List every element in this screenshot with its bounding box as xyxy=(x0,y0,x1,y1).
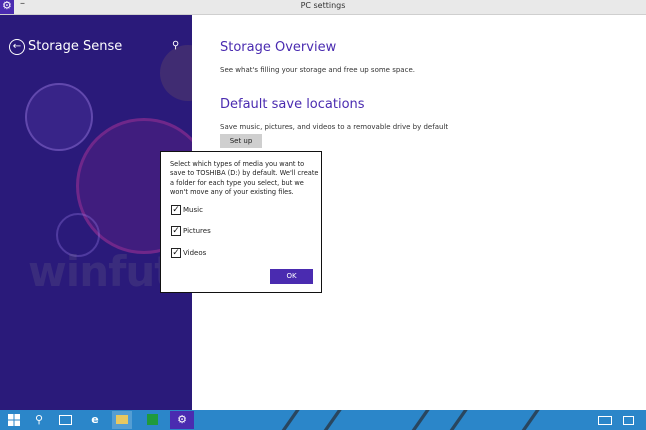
file-explorer-icon[interactable] xyxy=(112,411,132,429)
search-icon[interactable]: ⚲ xyxy=(172,40,179,51)
taskbar: ⚲ e ⚙ xyxy=(0,410,646,430)
storage-overview-heading[interactable]: Storage Overview xyxy=(220,40,336,55)
pictures-label[interactable]: Pictures xyxy=(183,227,211,235)
notifications-icon[interactable] xyxy=(618,411,638,429)
window-title: PC settings xyxy=(300,1,346,10)
internet-explorer-icon[interactable]: e xyxy=(85,411,105,429)
decorative-bubble xyxy=(25,83,93,151)
task-view-icon[interactable] xyxy=(55,411,75,429)
music-checkbox[interactable]: ✓ xyxy=(171,205,181,215)
set-up-button[interactable]: Set up xyxy=(220,134,262,148)
pictures-checkbox[interactable]: ✓ xyxy=(171,226,181,236)
music-label[interactable]: Music xyxy=(183,206,203,214)
windows-logo-icon[interactable] xyxy=(4,411,24,429)
dialog-message: Select which types of media you want to … xyxy=(170,160,319,196)
default-save-locations-heading: Default save locations xyxy=(220,97,365,112)
store-icon[interactable] xyxy=(142,411,162,429)
decorative-bubble xyxy=(160,45,192,101)
storage-overview-description: See what's filling your storage and free… xyxy=(220,66,415,74)
ok-button[interactable]: OK xyxy=(270,269,313,284)
media-type-dialog: Select which types of media you want to … xyxy=(160,151,322,293)
default-save-locations-description: Save music, pictures, and videos to a re… xyxy=(220,123,449,131)
decorative-stripe xyxy=(276,410,304,430)
videos-checkbox[interactable]: ✓ xyxy=(171,248,181,258)
title-bar: ⚙ – PC settings xyxy=(0,0,646,15)
videos-label[interactable]: Videos xyxy=(183,249,206,257)
settings-icon[interactable]: ⚙ xyxy=(170,411,194,429)
page-title: Storage Sense xyxy=(28,39,123,54)
search-icon[interactable]: ⚲ xyxy=(29,411,49,429)
decorative-stripe xyxy=(318,410,346,430)
decorative-stripe xyxy=(444,410,472,430)
back-arrow-icon[interactable]: ← xyxy=(9,39,25,55)
keyboard-icon[interactable] xyxy=(595,411,615,429)
decorative-stripe xyxy=(516,410,544,430)
decorative-stripe xyxy=(406,410,434,430)
